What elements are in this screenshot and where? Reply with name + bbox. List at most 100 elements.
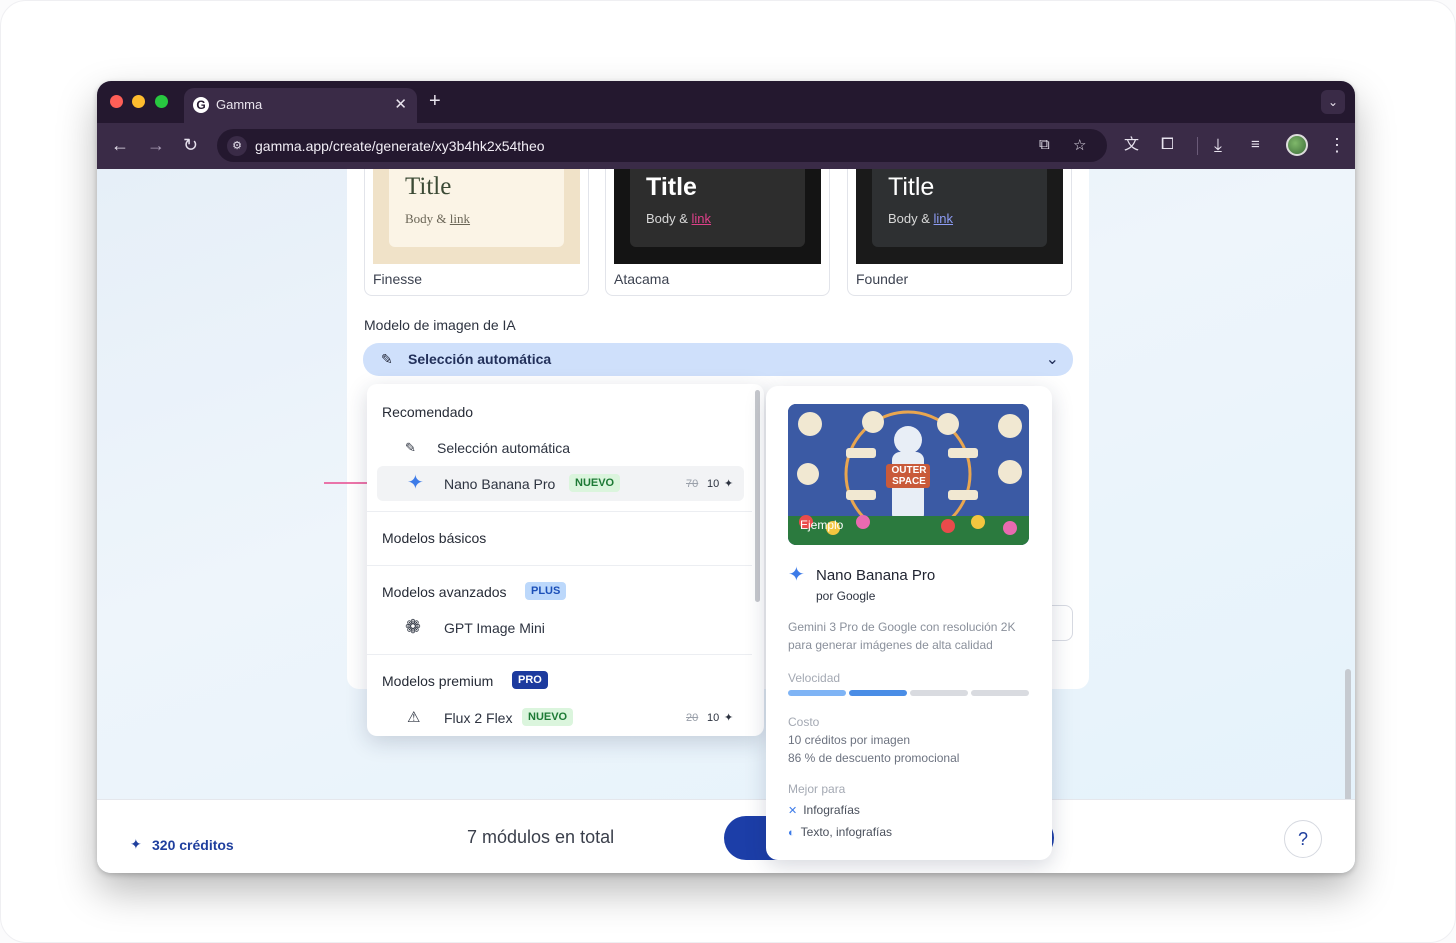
reload-icon[interactable]: ↻ bbox=[183, 135, 198, 155]
tab-gamma[interactable]: G Gamma ✕ bbox=[184, 88, 417, 123]
theme-body-sample: Body & link bbox=[888, 211, 953, 226]
group-header-basic: Modelos básicos bbox=[382, 530, 487, 546]
toolbar-divider bbox=[1197, 137, 1198, 155]
back-icon[interactable]: ← bbox=[111, 135, 129, 155]
new-tab-icon[interactable]: + bbox=[429, 90, 441, 113]
gemini-sparkle-icon: ✦ bbox=[788, 564, 805, 586]
new-badge: NUEVO bbox=[522, 708, 574, 726]
profile-avatar[interactable] bbox=[1286, 134, 1308, 156]
install-app-icon[interactable]: ⧉ bbox=[1039, 136, 1050, 153]
speed-segment bbox=[788, 690, 846, 696]
cost-label: Costo bbox=[788, 715, 820, 729]
chevron-down-icon: ⌄ bbox=[1045, 351, 1059, 368]
maximize-window-button[interactable] bbox=[155, 95, 168, 108]
tab-strip: G Gamma ✕ + ⌄ bbox=[97, 81, 1355, 123]
credit-cost: 10 bbox=[707, 478, 720, 490]
theme-preview: Title Body & link bbox=[373, 169, 580, 264]
theme-card-atacama[interactable]: Title Body & link Atacama bbox=[605, 169, 830, 296]
theme-title-sample: Title bbox=[405, 173, 452, 200]
theme-body-text: Body & bbox=[405, 211, 450, 226]
tab-search-chevron-icon[interactable]: ⌄ bbox=[1321, 90, 1345, 114]
cost-line: 10 créditos por imagen bbox=[788, 733, 911, 747]
forward-icon[interactable]: → bbox=[147, 135, 165, 155]
gemini-sparkle-icon: ✦ bbox=[407, 472, 424, 494]
page-scrollbar[interactable] bbox=[1345, 669, 1351, 819]
address-bar[interactable]: ⚙ gamma.app/create/generate/xy3b4hk2x54t… bbox=[217, 129, 1107, 162]
speed-segment bbox=[849, 690, 907, 696]
new-badge: NUEVO bbox=[569, 474, 621, 492]
bookmark-star-icon[interactable]: ☆ bbox=[1073, 136, 1086, 154]
theme-link-sample: link bbox=[933, 211, 954, 226]
browser-window: G Gamma ✕ + ⌄ ← → ↻ ⚙ gamma.app/create/g… bbox=[97, 81, 1355, 873]
speed-segment bbox=[910, 690, 968, 696]
theme-preview-card: Title Body & link bbox=[872, 169, 1047, 247]
group-header-advanced: Modelos avanzados bbox=[382, 584, 507, 600]
url-text: gamma.app/create/generate/xy3b4hk2x54the… bbox=[255, 138, 545, 154]
best-for-text: Texto, infografías bbox=[800, 825, 893, 839]
image-model-label: Modelo de imagen de IA bbox=[364, 317, 516, 333]
option-label: Selección automática bbox=[437, 440, 571, 456]
plus-badge: PLUS bbox=[525, 582, 567, 600]
text-icon: ◐ bbox=[788, 827, 795, 839]
credits-sparkle-icon: ✦ bbox=[130, 836, 142, 852]
theme-body-sample: Body & link bbox=[405, 211, 470, 227]
translate-icon[interactable]: 文 bbox=[1124, 135, 1139, 155]
theme-title-sample: Title bbox=[646, 173, 697, 201]
theme-card-founder[interactable]: Title Body & link Founder bbox=[847, 169, 1072, 296]
old-credit-cost: 20 bbox=[686, 712, 699, 724]
magic-wand-icon: ✎ bbox=[405, 440, 416, 455]
page-content: Title Body & link Finesse Title Body & l… bbox=[97, 169, 1355, 873]
model-preview-card: OUTER SPACE Ejemplo ✦ Nano Banana Pro po… bbox=[766, 386, 1052, 860]
tab-close-icon[interactable]: ✕ bbox=[394, 95, 407, 113]
theme-name: Founder bbox=[856, 271, 909, 287]
credits-balance[interactable]: 320 créditos bbox=[152, 837, 234, 853]
help-button[interactable]: ? bbox=[1284, 820, 1322, 858]
download-icon[interactable]: ⤓ bbox=[1214, 135, 1222, 155]
discount-line: 86 % de descuento promocional bbox=[788, 751, 960, 765]
preview-description: Gemini 3 Pro de Google con resolución 2K… bbox=[788, 620, 1016, 652]
browser-toolbar: ← → ↻ ⚙ gamma.app/create/generate/xy3b4h… bbox=[97, 123, 1355, 169]
image-model-selected: Selección automática bbox=[408, 351, 552, 367]
dropdown-scrollbar[interactable] bbox=[755, 390, 760, 602]
theme-name: Finesse bbox=[373, 271, 423, 287]
example-image: OUTER SPACE Ejemplo bbox=[788, 404, 1029, 545]
total-modules: 7 módulos en total bbox=[467, 827, 615, 847]
image-headline: OUTER SPACE bbox=[891, 465, 927, 487]
old-credit-cost: 70 bbox=[686, 478, 699, 490]
flux-logo-icon: ⚠ bbox=[407, 709, 421, 726]
theme-name: Atacama bbox=[614, 271, 670, 287]
group-header-recommended: Recomendado bbox=[382, 404, 474, 420]
close-window-button[interactable] bbox=[110, 95, 123, 108]
option-label: Flux 2 Flex bbox=[444, 710, 513, 726]
theme-link-sample: link bbox=[449, 211, 471, 226]
credit-sparkle-icon: ✦ bbox=[724, 712, 734, 724]
reading-list-icon[interactable]: ≡ bbox=[1251, 135, 1260, 155]
image-model-dropdown: Recomendado ✎ Selección automática ✦ Nan… bbox=[367, 384, 764, 736]
footer-bar: ✦ 320 créditos 7 módulos en total ? bbox=[97, 799, 1355, 873]
best-for-item: ✕ Infografías bbox=[788, 803, 860, 817]
divider bbox=[367, 511, 752, 512]
preview-provider: por Google bbox=[816, 589, 876, 603]
theme-preview: Title Body & link bbox=[614, 169, 821, 264]
extensions-icon[interactable]: ⧠ bbox=[1161, 135, 1174, 155]
infographic-icon: ✕ bbox=[788, 805, 798, 817]
preview-model-name: Nano Banana Pro bbox=[816, 567, 936, 584]
theme-preview: Title Body & link bbox=[856, 169, 1063, 264]
theme-preview-card: Title Body & link bbox=[389, 169, 564, 247]
best-for-label: Mejor para bbox=[788, 782, 846, 796]
theme-link-sample: link bbox=[691, 211, 712, 226]
speed-segment bbox=[971, 690, 1029, 696]
more-menu-icon[interactable]: ⋮ bbox=[1328, 135, 1346, 155]
minimize-window-button[interactable] bbox=[132, 95, 145, 108]
theme-card-finesse[interactable]: Title Body & link Finesse bbox=[364, 169, 589, 296]
openai-logo-icon: ❁ bbox=[405, 617, 421, 638]
credit-sparkle-icon: ✦ bbox=[724, 478, 734, 490]
best-for-text: Infografías bbox=[803, 803, 860, 817]
image-model-select[interactable]: ✎ Selección automática ⌄ bbox=[363, 343, 1073, 376]
theme-body-sample: Body & link bbox=[646, 211, 711, 226]
theme-title-sample: Title bbox=[888, 173, 935, 201]
credit-cost: 10 bbox=[707, 712, 720, 724]
pro-badge: PRO bbox=[512, 671, 548, 689]
site-info-icon[interactable]: ⚙ bbox=[227, 136, 247, 156]
theme-body-text: Body & bbox=[646, 211, 692, 226]
